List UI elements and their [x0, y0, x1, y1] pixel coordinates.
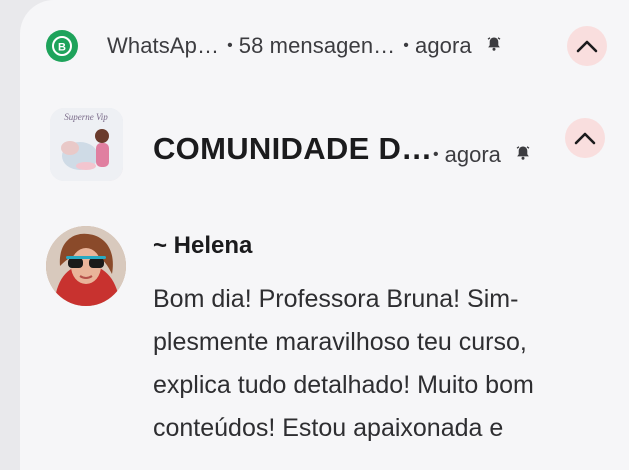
chevron-up-icon	[574, 132, 596, 145]
bell-icon	[486, 32, 502, 58]
app-time: agora	[415, 33, 472, 58]
thumb-caption: Superne Vip	[64, 112, 108, 122]
conversation-time: agora	[444, 142, 501, 167]
conversation-header-row[interactable]: Superne Vip COMUNIDADE D… • agora	[20, 108, 629, 188]
message-text: Bom dia! Professora Bruna! Sim- plesment…	[153, 285, 534, 442]
app-header-row[interactable]: B WhatsAp… • 58 mensagen… • agora	[20, 22, 629, 70]
conversation-title: COMUNIDADE D…	[153, 131, 433, 166]
message-count: 58 mensagen…	[238, 33, 396, 58]
group-thumbnail: Superne Vip	[50, 108, 123, 181]
collapse-app-button[interactable]	[567, 26, 607, 66]
conversation-time-row: • agora	[433, 142, 531, 169]
app-name: WhatsAp…	[107, 33, 220, 58]
bell-icon	[515, 141, 531, 167]
app-meta: WhatsAp… • 58 mensagen… • agora	[107, 33, 502, 60]
notification-card[interactable]: B WhatsAp… • 58 mensagen… • agora Supern…	[20, 0, 629, 470]
sender-name: ~ Helena	[153, 232, 253, 259]
collapse-conversation-button[interactable]	[565, 118, 605, 158]
chevron-up-icon	[576, 40, 598, 53]
svg-text:B: B	[58, 42, 66, 54]
sender-avatar	[46, 226, 126, 306]
whatsapp-business-icon: B	[46, 30, 78, 62]
